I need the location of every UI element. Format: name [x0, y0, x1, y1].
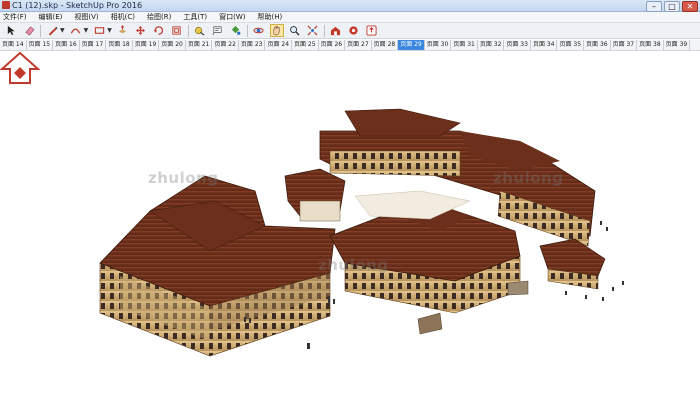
share-icon [366, 25, 377, 36]
tab-scene-32[interactable]: 页面 32 [478, 40, 505, 50]
minimize-button[interactable]: – [646, 1, 662, 12]
tab-scene-34[interactable]: 页面 34 [531, 40, 558, 50]
move-tool[interactable] [134, 24, 148, 37]
eraser-icon [24, 26, 34, 36]
zhulong-logo-icon [0, 51, 40, 84]
share-model-tool[interactable] [365, 24, 379, 37]
tab-scene-16[interactable]: 页面 16 [53, 40, 80, 50]
chevron-down-icon[interactable]: ▼ [60, 27, 65, 34]
sketchup-app-icon [2, 1, 10, 9]
tab-scene-33[interactable]: 页面 33 [504, 40, 531, 50]
close-button[interactable]: ✕ [682, 1, 698, 12]
watermark-text: zhulong [318, 256, 389, 274]
offset-tool[interactable] [170, 24, 184, 37]
menu-view[interactable]: 视图(V) [71, 12, 101, 22]
tab-scene-17[interactable]: 页面 17 [80, 40, 107, 50]
toolbar-separator [40, 24, 41, 37]
tab-scene-39[interactable]: 页面 39 [664, 40, 691, 50]
rectangle-icon [94, 27, 104, 34]
scene-tabs-bar: 页面 14 页面 15 页面 16 页面 17 页面 18 页面 19 页面 2… [0, 40, 700, 51]
zoom-extents-tool[interactable] [306, 24, 320, 37]
tab-scene-22[interactable]: 页面 22 [212, 40, 239, 50]
chevron-down-icon[interactable]: ▼ [107, 27, 112, 34]
select-tool[interactable] [4, 24, 18, 37]
tab-scene-36[interactable]: 页面 36 [584, 40, 611, 50]
toolbar-separator [187, 24, 189, 37]
tab-scene-28[interactable]: 页面 28 [372, 40, 399, 50]
paint-bucket-icon [232, 25, 241, 35]
arc-icon [70, 28, 81, 34]
push-pull-tool[interactable] [116, 24, 130, 37]
push-pull-icon [119, 25, 127, 34]
pan-icon [273, 25, 280, 36]
toolbar-separator [246, 24, 248, 37]
tab-scene-37[interactable]: 页面 37 [611, 40, 638, 50]
extension-warehouse-tool[interactable] [347, 24, 361, 37]
rotate-tool[interactable] [152, 24, 166, 37]
menu-tools[interactable]: 工具(T) [180, 12, 210, 22]
maximize-button[interactable]: □ [664, 1, 680, 12]
paint-bucket-tool[interactable] [229, 24, 243, 37]
tab-scene-15[interactable]: 页面 15 [27, 40, 54, 50]
tape-measure-tool[interactable] [193, 24, 207, 37]
select-icon [7, 25, 15, 36]
tab-scene-26[interactable]: 页面 26 [319, 40, 346, 50]
gate-block [507, 280, 529, 296]
menu-edit[interactable]: 编辑(E) [36, 12, 66, 22]
pencil-line-icon [48, 26, 58, 36]
rectangle-tool[interactable] [92, 24, 106, 37]
menu-draw[interactable]: 绘图(R) [144, 12, 174, 22]
tab-scene-18[interactable]: 页面 18 [106, 40, 133, 50]
tab-scene-14[interactable]: 页面 14 [0, 40, 27, 50]
tab-scene-35[interactable]: 页面 35 [557, 40, 585, 50]
menu-window[interactable]: 窗口(W) [216, 12, 248, 22]
rotate-icon [154, 26, 164, 35]
zoom-icon [290, 26, 300, 36]
main-toolbar: ▼ ▼ ▼ [0, 23, 700, 39]
orbit-tool[interactable] [252, 24, 266, 37]
tab-scene-27[interactable]: 页面 27 [345, 40, 372, 50]
toolbar-separator [323, 24, 325, 37]
tab-scene-19[interactable]: 页面 19 [133, 40, 160, 50]
tab-scene-38[interactable]: 页面 38 [637, 40, 664, 50]
title-bar: C1 (12).skp - SketchUp Pro 2016 – □ ✕ [0, 0, 700, 12]
extension-icon [349, 26, 358, 35]
warehouse-tool[interactable] [329, 24, 343, 37]
model-viewport[interactable]: zhulong zhulong zhulong [0, 51, 700, 400]
tab-scene-30[interactable]: 页面 30 [425, 40, 452, 50]
warehouse-icon [331, 26, 341, 36]
zoom-extents-icon [307, 25, 318, 36]
tab-scene-21[interactable]: 页面 21 [186, 40, 213, 50]
move-icon [136, 25, 146, 36]
window-title: C1 (12).skp - SketchUp Pro 2016 [12, 1, 143, 10]
menu-file[interactable]: 文件(F) [0, 12, 30, 22]
menu-help[interactable]: 帮助(H) [254, 12, 285, 22]
center-connector-building [284, 168, 346, 222]
tab-scene-31[interactable]: 页面 31 [451, 40, 478, 50]
text-tool[interactable] [211, 24, 225, 37]
chevron-down-icon[interactable]: ▼ [84, 27, 89, 34]
offset-icon [172, 26, 181, 35]
annex-building [539, 238, 606, 290]
text-icon [212, 26, 222, 36]
watermark-text: zhulong [148, 169, 219, 187]
zoom-tool[interactable] [288, 24, 302, 37]
menu-camera[interactable]: 相机(C) [108, 12, 138, 22]
watermark-text: zhulong [493, 169, 564, 187]
arc-tool[interactable] [69, 24, 83, 37]
tab-scene-23[interactable]: 页面 23 [239, 40, 266, 50]
tab-scene-24[interactable]: 页面 24 [265, 40, 293, 50]
line-tool[interactable] [45, 24, 59, 37]
window-controls: – □ ✕ [646, 0, 698, 12]
stair-block [417, 312, 443, 335]
tab-scene-29[interactable]: 页面 29 [398, 40, 425, 50]
building-complex-model [99, 108, 624, 357]
tab-scene-25[interactable]: 页面 25 [292, 40, 319, 50]
eraser-tool[interactable] [22, 24, 36, 37]
orbit-icon [253, 27, 264, 34]
tape-measure-icon [195, 26, 205, 36]
pan-tool[interactable] [269, 24, 284, 37]
tab-scene-20[interactable]: 页面 20 [159, 40, 186, 50]
menu-bar: 文件(F) 编辑(E) 视图(V) 相机(C) 绘图(R) 工具(T) 窗口(W… [0, 12, 700, 23]
